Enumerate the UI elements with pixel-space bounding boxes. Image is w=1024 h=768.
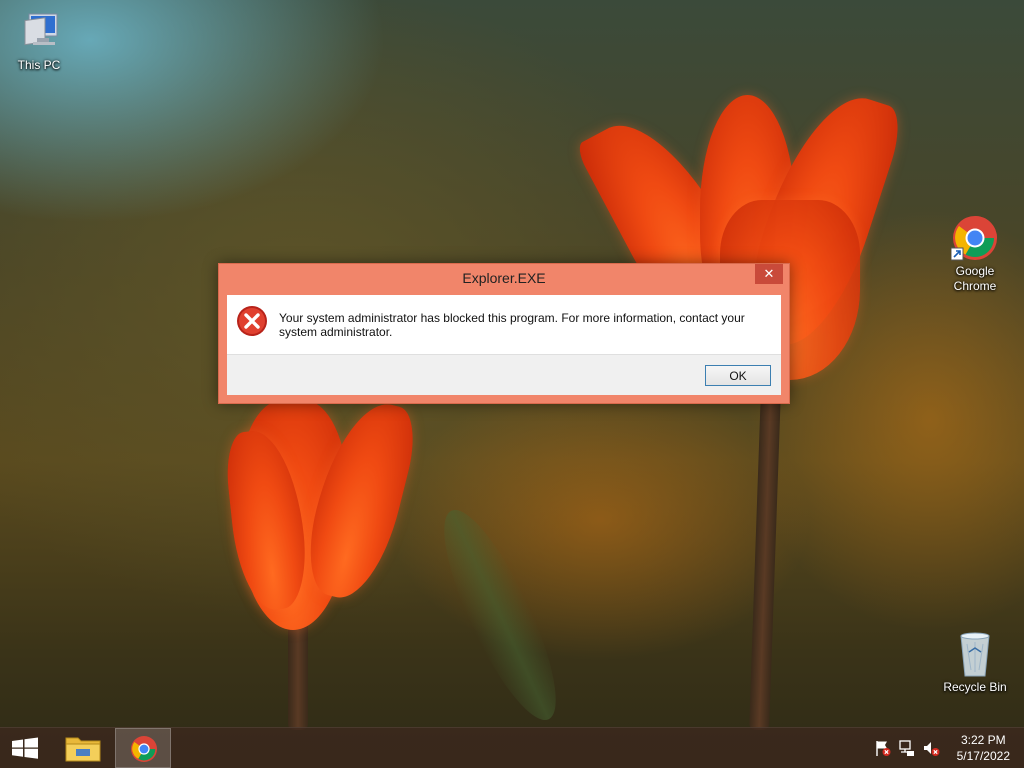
desktop-icon-this-pc[interactable]: This PC [2,8,76,73]
network-icon[interactable] [898,739,916,757]
clock-time: 3:22 PM [960,733,1006,747]
chrome-icon [950,214,999,262]
recycle-bin-icon [951,630,999,678]
taskbar-file-explorer[interactable] [56,728,112,768]
taskbar-chrome[interactable] [115,728,171,768]
folder-icon [65,737,101,762]
dialog-body: Your system administrator has blocked th… [227,295,781,354]
desktop-icon-recycle-bin[interactable]: Recycle Bin [938,630,1012,695]
error-dialog[interactable]: Explorer.EXE ✕ Your system administrator… [218,263,790,404]
action-center-flag-icon[interactable] [874,739,892,757]
dialog-title: Explorer.EXE [462,270,546,286]
windows-start-icon [12,737,38,759]
desktop-icon-label: Recycle Bin [943,680,1007,694]
desktop-icon-google-chrome[interactable]: Google Chrome [938,214,1012,294]
ok-button[interactable]: OK [705,365,771,386]
error-icon [236,305,268,337]
desktop-icon-label: Google Chrome [953,264,997,293]
clock-date: 5/17/2022 [956,749,1010,763]
close-icon: ✕ [763,266,775,281]
dialog-footer: OK [227,354,781,395]
this-pc-icon [15,8,63,56]
dialog-close-button[interactable]: ✕ [755,264,783,284]
desktop[interactable]: This PC Google Chrome Recycle Bin Explor… [0,0,1024,768]
dialog-message: Your system administrator has blocked th… [279,311,745,339]
volume-muted-icon[interactable] [922,739,940,757]
start-button[interactable] [0,728,50,768]
taskbar: 3:22 PM 5/17/2022 [0,727,1024,768]
chrome-icon [131,736,157,762]
taskbar-clock[interactable]: 3:22 PM 5/17/2022 [957,732,1010,764]
desktop-icon-label: This PC [17,58,61,72]
